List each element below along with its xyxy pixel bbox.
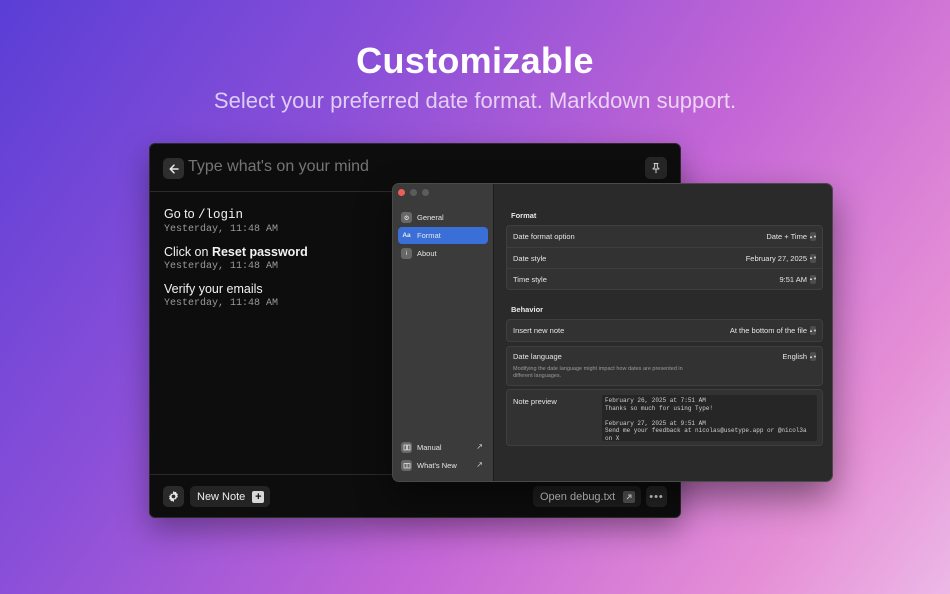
- ellipsis-icon: •••: [649, 490, 664, 503]
- sidebar-item-label: About: [417, 249, 437, 258]
- open-debug-button[interactable]: Open debug.txt: [533, 486, 642, 507]
- note-title: Go to /login: [164, 207, 244, 222]
- back-button[interactable]: [163, 158, 184, 179]
- sidebar-link-label: What's New: [417, 461, 457, 470]
- external-link-icon: [623, 490, 636, 503]
- select-stepper-icon: ▲▼: [809, 326, 817, 335]
- arrow-up-right-icon: ↗: [476, 442, 483, 451]
- row-label: Time style: [513, 274, 547, 284]
- minimize-icon[interactable]: [410, 189, 417, 196]
- select-value: Date + Time: [766, 232, 807, 241]
- time-style-row[interactable]: Time style 9:51 AM ▲▼: [507, 268, 822, 289]
- row-label: Date language: [513, 352, 562, 361]
- note-title: Verify your emails: [164, 282, 263, 296]
- arrow-up-right-icon: ↗: [476, 460, 483, 469]
- date-format-select[interactable]: Date + Time ▲▼: [766, 232, 817, 241]
- new-note-label: New Note: [197, 490, 246, 503]
- section-title-format: Format: [511, 211, 537, 220]
- sidebar-item-general[interactable]: ⚙ General: [398, 209, 488, 226]
- note-timestamp: Yesterday, 11:48 AM: [164, 261, 279, 272]
- info-icon: i: [401, 248, 412, 259]
- row-label: Date style: [513, 253, 547, 263]
- window-controls: [398, 189, 429, 196]
- sidebar-item-format[interactable]: Aa Format: [398, 227, 488, 244]
- settings-window: ⚙ General Aa Format i About Manual ↗ Wha…: [392, 183, 833, 482]
- select-value: At the bottom of the file: [729, 326, 807, 335]
- note-input[interactable]: [188, 158, 608, 176]
- gear-icon: ⚙: [401, 212, 412, 223]
- select-stepper-icon: ▲▼: [809, 253, 817, 263]
- sidebar-link-whats-new[interactable]: What's New ↗: [398, 457, 488, 474]
- settings-sidebar: ⚙ General Aa Format i About Manual ↗ Wha…: [393, 184, 494, 481]
- select-stepper-icon: ▲▼: [809, 232, 817, 241]
- hero-title: Customizable: [356, 40, 594, 81]
- select-stepper-icon: ▲▼: [809, 274, 817, 284]
- notes-list: Go to /login Yesterday, 11:48 AM Click o…: [164, 206, 308, 318]
- pin-icon: [652, 163, 660, 174]
- note-preview-text: February 26, 2025 at 7:51 AM Thanks so m…: [602, 395, 817, 441]
- insert-note-group: Insert new note At the bottom of the fil…: [506, 319, 823, 342]
- sidebar-item-label: Format: [417, 231, 441, 240]
- note-title: Click on Reset password: [164, 245, 308, 259]
- sidebar-link-manual[interactable]: Manual ↗: [398, 439, 488, 456]
- pin-button[interactable]: [645, 157, 667, 179]
- plus-icon: +: [252, 490, 265, 503]
- date-format-option-row[interactable]: Date format option Date + Time ▲▼: [507, 226, 822, 247]
- select-stepper-icon: ▲▼: [809, 352, 817, 361]
- open-debug-label: Open debug.txt: [540, 490, 616, 503]
- more-button[interactable]: •••: [646, 486, 667, 507]
- date-language-help: Modifying the date language might impact…: [513, 366, 683, 379]
- text-format-icon: Aa: [402, 232, 411, 239]
- select-value: February 27, 2025: [745, 253, 807, 263]
- format-group: Date format option Date + Time ▲▼ Date s…: [506, 225, 823, 290]
- gift-icon: [401, 460, 412, 471]
- new-note-button[interactable]: New Note +: [190, 486, 271, 507]
- settings-button[interactable]: [163, 486, 184, 507]
- list-item[interactable]: Go to /login Yesterday, 11:48 AM: [164, 206, 308, 236]
- sidebar-link-label: Manual: [417, 443, 442, 452]
- language-group: Date language English ▲▼ Modifying the d…: [506, 346, 823, 386]
- list-item[interactable]: Click on Reset password Yesterday, 11:48…: [164, 244, 308, 273]
- row-label: Insert new note: [513, 326, 565, 335]
- note-timestamp: Yesterday, 11:48 AM: [164, 224, 279, 235]
- date-style-select[interactable]: February 27, 2025 ▲▼: [745, 253, 817, 263]
- time-style-select[interactable]: 9:51 AM ▲▼: [779, 274, 817, 284]
- preview-group: Note preview February 26, 2025 at 7:51 A…: [506, 389, 823, 446]
- date-style-row[interactable]: Date style February 27, 2025 ▲▼: [507, 247, 822, 268]
- date-language-select[interactable]: English ▲▼: [782, 352, 817, 361]
- list-item[interactable]: Verify your emails Yesterday, 11:48 AM: [164, 281, 308, 310]
- zoom-icon[interactable]: [422, 189, 429, 196]
- select-value: 9:51 AM: [779, 274, 807, 284]
- gear-icon: [169, 490, 178, 503]
- section-title-behavior: Behavior: [511, 305, 544, 314]
- hero-subtitle: Select your preferred date format. Markd…: [213, 88, 737, 113]
- select-value: English: [782, 352, 807, 361]
- insert-new-note-row[interactable]: Insert new note At the bottom of the fil…: [507, 320, 822, 341]
- arrow-left-icon: [168, 163, 179, 174]
- note-preview-label: Note preview: [513, 397, 557, 406]
- sidebar-item-label: General: [417, 213, 444, 222]
- sidebar-item-about[interactable]: i About: [398, 245, 488, 262]
- note-timestamp: Yesterday, 11:48 AM: [164, 298, 279, 309]
- book-icon: [401, 442, 412, 453]
- close-icon[interactable]: [398, 189, 405, 196]
- insert-new-note-select[interactable]: At the bottom of the file ▲▼: [729, 326, 817, 335]
- settings-content: Format Date format option Date + Time ▲▼…: [495, 184, 832, 481]
- row-label: Date format option: [513, 232, 575, 241]
- date-language-row[interactable]: Date language English ▲▼: [507, 347, 822, 366]
